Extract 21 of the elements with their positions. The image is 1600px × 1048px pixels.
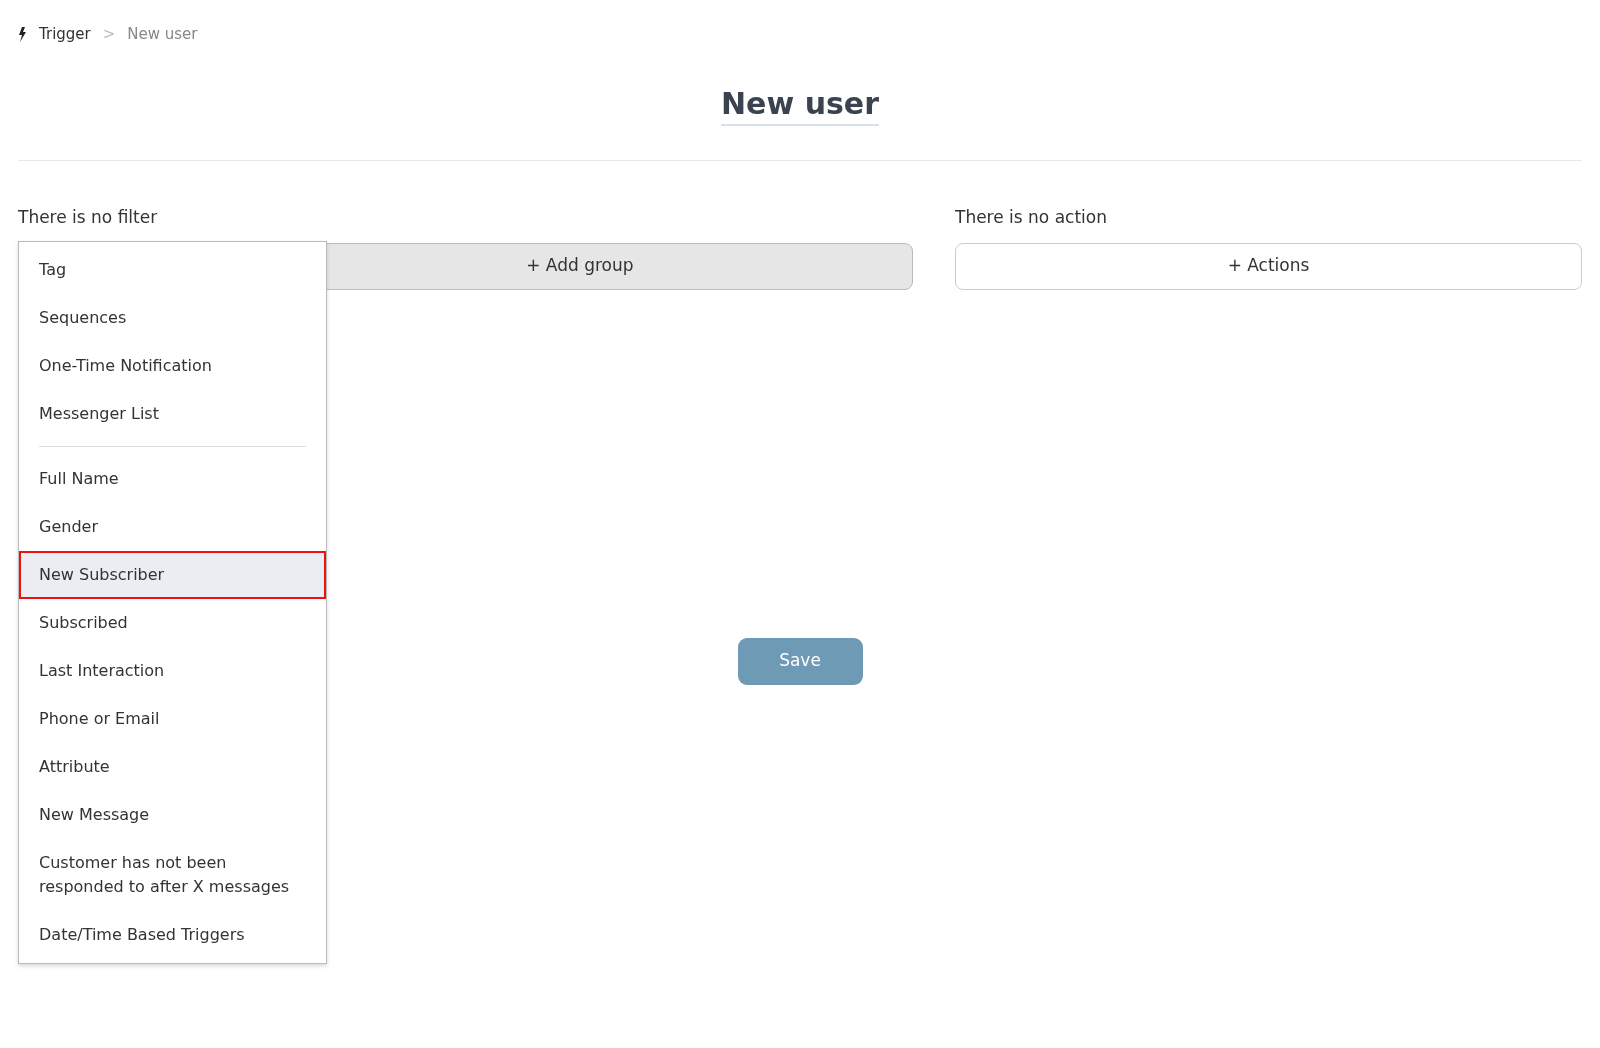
lightning-icon: [18, 26, 27, 42]
breadcrumb-current: New user: [127, 23, 198, 45]
menu-item[interactable]: Customer has not been responded to after X messages: [19, 839, 326, 911]
menu-item[interactable]: Subscribed: [19, 599, 326, 647]
menu-item[interactable]: New Subscriber: [19, 551, 326, 599]
action-label: There is no action: [955, 206, 1107, 229]
page-title: New user: [721, 86, 879, 126]
menu-item[interactable]: Last Interaction: [19, 647, 326, 695]
menu-item[interactable]: Sequences: [19, 294, 326, 342]
menu-item[interactable]: Phone or Email: [19, 695, 326, 743]
filter-label: There is no filter: [18, 206, 158, 229]
menu-item[interactable]: Messenger List: [19, 390, 326, 438]
menu-item[interactable]: Attribute: [19, 743, 326, 791]
menu-item[interactable]: New Message: [19, 791, 326, 839]
actions-button[interactable]: + Actions: [955, 242, 1582, 290]
menu-item[interactable]: Gender: [19, 503, 326, 551]
breadcrumb-separator: >: [102, 23, 116, 45]
breadcrumb-link[interactable]: Trigger: [39, 22, 91, 46]
menu-item[interactable]: One-Time Notification: [19, 342, 326, 390]
menu-item[interactable]: Date/Time Based Triggers: [19, 911, 326, 959]
menu-item[interactable]: Full Name: [19, 455, 326, 503]
